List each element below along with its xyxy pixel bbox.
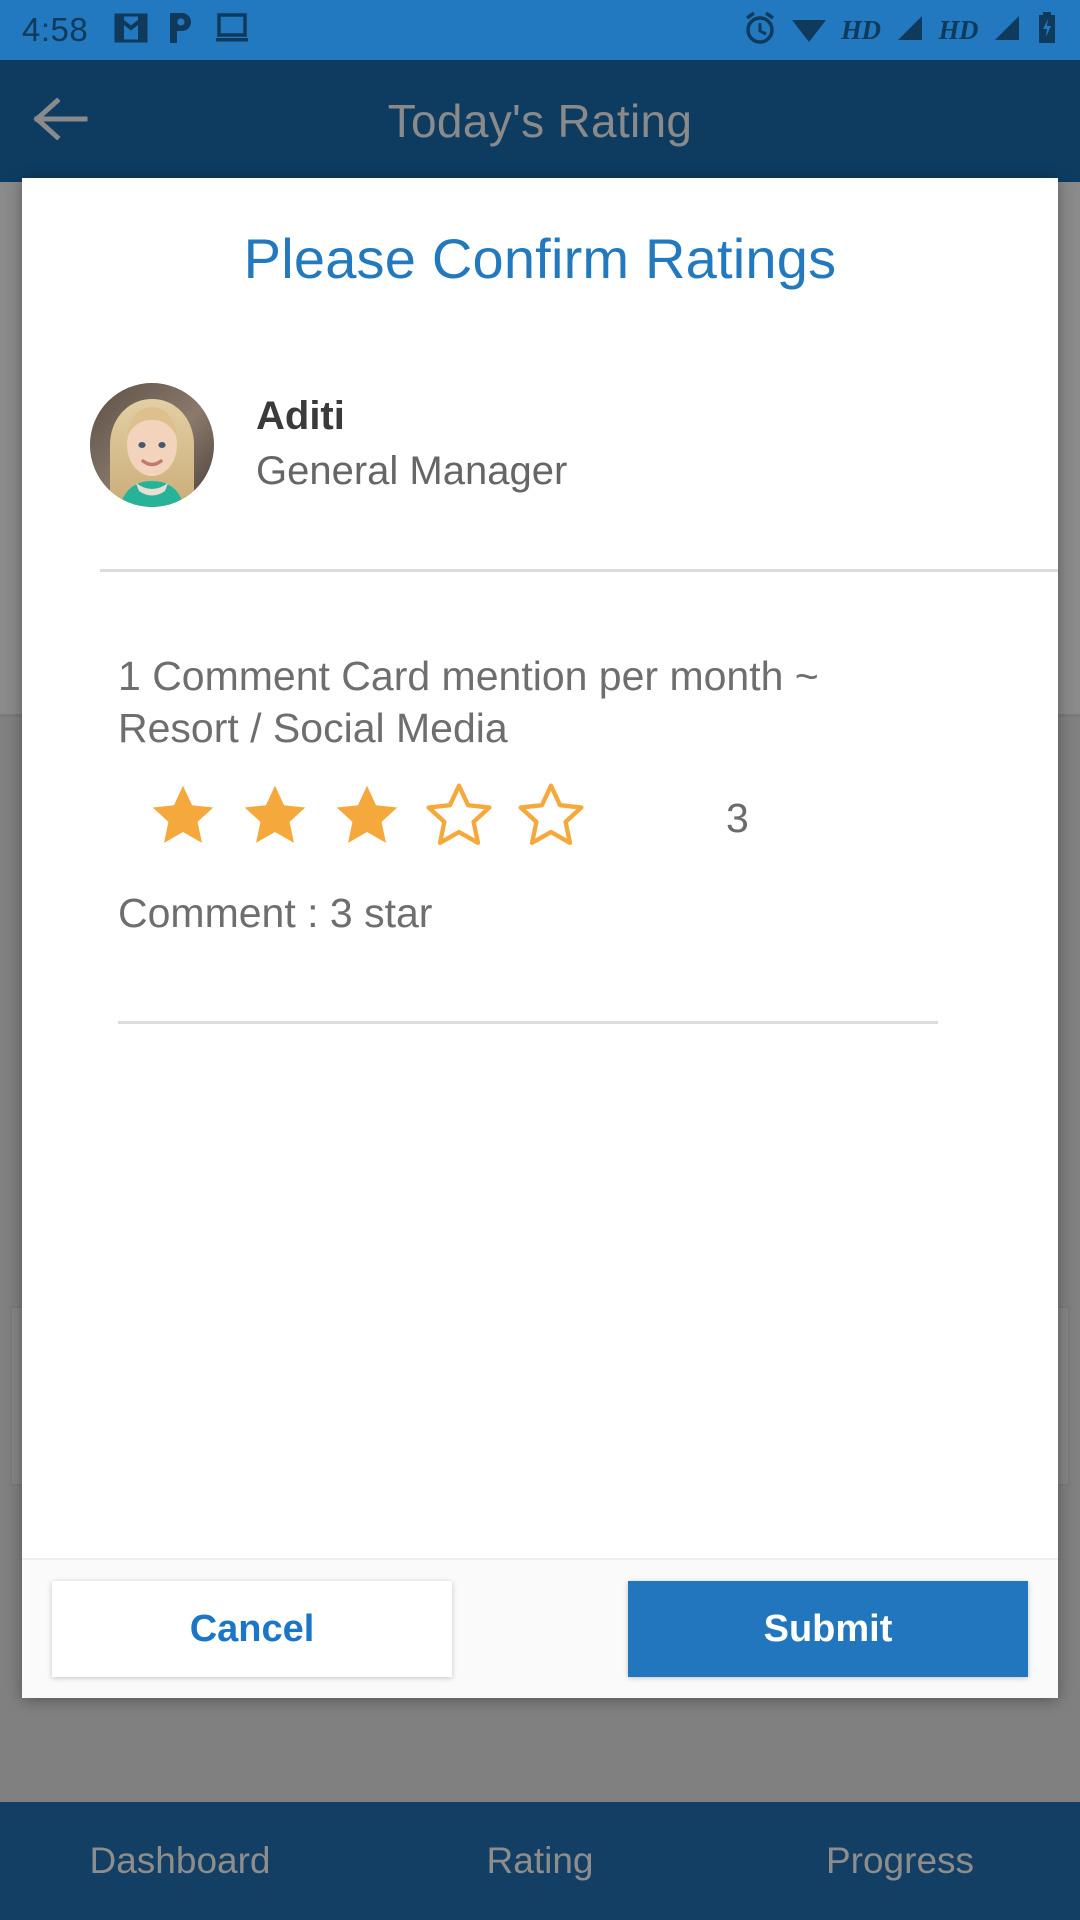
- gmail-icon: [114, 13, 148, 48]
- battery-charging-icon: [1036, 11, 1058, 50]
- cast-screen-icon: [214, 12, 250, 49]
- star-icon-empty-5[interactable]: [514, 781, 588, 856]
- person-details: Aditi General Manager: [256, 393, 567, 497]
- nav-item-dashboard[interactable]: Dashboard: [0, 1840, 360, 1882]
- status-bar: 4:58 HD HD: [0, 0, 1080, 60]
- app-screen: 4:58 HD HD Today's Rating Dashboard Rati…: [0, 0, 1080, 1920]
- star-icon-filled-1[interactable]: [146, 781, 220, 856]
- rating-question: 1 Comment Card mention per month ~ Resor…: [118, 653, 819, 752]
- nav-item-rating[interactable]: Rating: [360, 1840, 720, 1882]
- status-bar-notification-icons: [114, 11, 250, 50]
- dialog-title: Please Confirm Ratings: [243, 227, 837, 290]
- nav-item-progress[interactable]: Progress: [720, 1840, 1080, 1882]
- dialog-action-bar: Cancel Submit: [22, 1558, 1058, 1698]
- star-rating-row: 3: [118, 781, 948, 856]
- dialog-body-spacer: [22, 1024, 1058, 1558]
- rating-item: 1 Comment Card mention per month ~ Resor…: [118, 650, 948, 937]
- star-rating[interactable]: [146, 781, 588, 856]
- person-row: Aditi General Manager: [90, 383, 1058, 507]
- app-bar: Today's Rating: [0, 60, 1080, 182]
- status-bar-system-icons: HD HD: [743, 11, 1058, 50]
- page-title: Today's Rating: [387, 95, 693, 147]
- hd-label-1: HD: [841, 14, 881, 45]
- cancel-button[interactable]: Cancel: [52, 1581, 452, 1677]
- submit-button[interactable]: Submit: [628, 1581, 1028, 1677]
- back-button[interactable]: [0, 96, 120, 146]
- person-name: Aditi: [256, 394, 345, 438]
- person-role: General Manager: [256, 449, 568, 493]
- confirm-ratings-dialog: Please Confirm Ratings Aditi General Man…: [22, 178, 1058, 1698]
- divider-under-person: [100, 569, 1058, 572]
- star-icon-empty-4[interactable]: [422, 781, 496, 856]
- rating-value: 3: [726, 794, 749, 841]
- arrow-left-icon: [31, 96, 89, 146]
- hd-label-2: HD: [938, 14, 979, 45]
- signal-icon-1: [895, 13, 925, 48]
- bottom-navigation: Dashboard Rating Progress: [0, 1802, 1080, 1920]
- signal-icon-2: [992, 13, 1022, 48]
- rating-comment: Comment : 3 star: [118, 889, 433, 936]
- pandora-icon: [166, 11, 196, 50]
- alarm-icon: [743, 11, 777, 50]
- wifi-icon: [791, 13, 827, 48]
- avatar: [90, 383, 214, 507]
- status-bar-clock: 4:58: [22, 11, 89, 48]
- star-icon-filled-3[interactable]: [330, 781, 404, 856]
- star-icon-filled-2[interactable]: [238, 781, 312, 856]
